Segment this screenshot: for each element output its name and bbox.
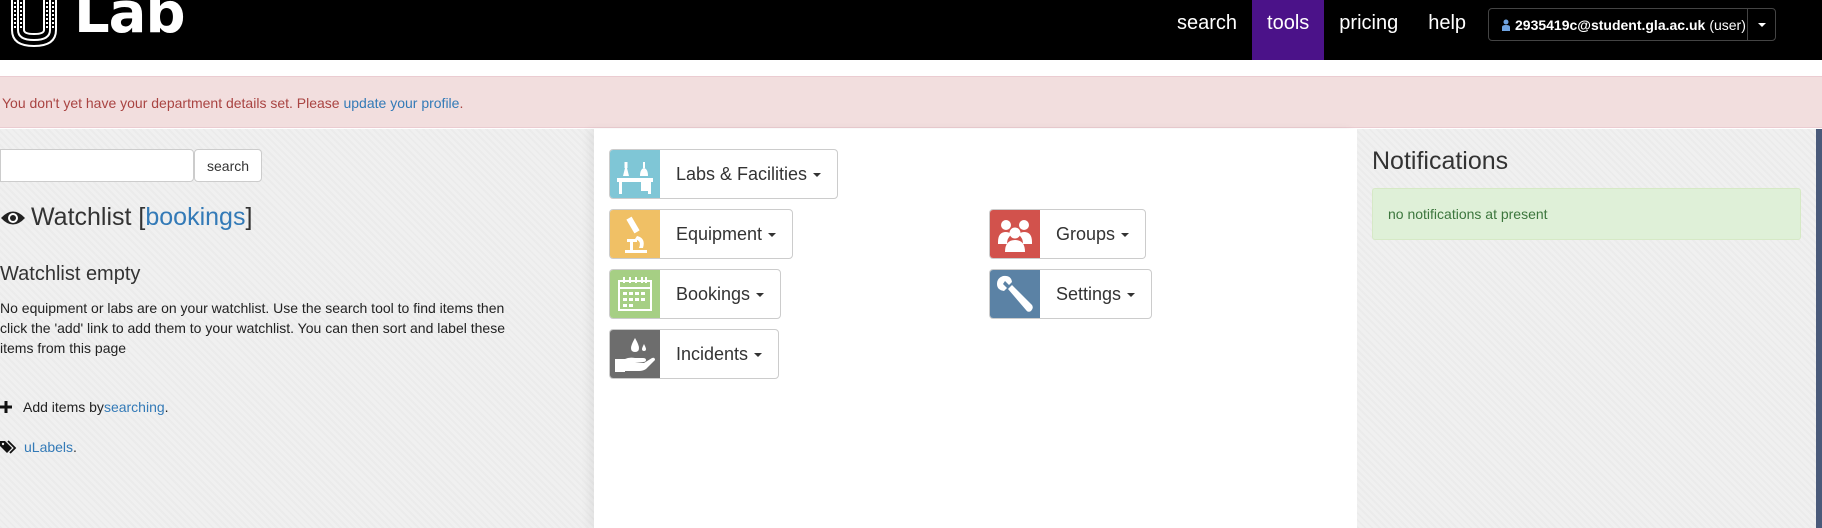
search-form: search [0,149,263,182]
notifications-column: Notifications no notifications at presen… [1357,129,1816,528]
watchlist-title-end: ] [245,203,253,231]
nav-pricing[interactable]: pricing [1324,0,1413,60]
notifications-title: Notifications [1372,147,1509,175]
equipment-button[interactable]: Equipment [609,209,794,259]
user-account-link[interactable]: 2935419c@student.gla.ac.uk (user) [1489,9,1747,40]
ulab-logo-u-icon [11,0,57,48]
bookings-label: Bookings [660,270,780,318]
profile-alert: You don't yet have your department detai… [0,76,1822,128]
searching-link[interactable]: searching [104,399,165,415]
ulabels-suffix: . [73,439,77,455]
scrollbar-edge[interactable] [1816,129,1822,528]
nav-search[interactable]: search [1162,0,1252,60]
caret-down-icon [1757,22,1766,27]
main-nav: search tools pricing help [1162,0,1481,60]
watchlist-heading: Watchlist [bookings] [0,203,252,232]
user-icon [1502,19,1510,31]
microscope-icon [610,210,660,258]
nav-help[interactable]: help [1413,0,1481,60]
caret-down-icon [756,293,765,297]
watchlist-column: search Watchlist [bookings] Watchlist em… [0,129,594,528]
logo-text: Lab [74,0,186,46]
user-email: 2935419c@student.gla.ac.uk [1515,16,1706,33]
caret-down-icon [813,173,822,177]
wrench-icon [990,270,1040,318]
plus-icon [0,401,12,413]
top-navbar: Lab search tools pricing help 2935419c@s… [0,0,1822,60]
add-items-text: Add items by [23,399,104,415]
groups-icon [990,210,1040,258]
tags-icon [0,440,17,454]
labs-facilities-button[interactable]: Labs & Facilities [609,149,839,199]
caret-down-icon [1121,233,1130,237]
labs-icon [610,150,660,198]
settings-label: Settings [1040,270,1151,318]
bookings-button[interactable]: Bookings [609,269,782,319]
search-input[interactable] [0,149,194,182]
add-items-suffix: . [164,399,169,415]
search-button[interactable]: search [194,149,263,182]
watchlist-bookings-link[interactable]: bookings [145,203,245,232]
groups-button[interactable]: Groups [989,209,1147,259]
watchlist-empty-title: Watchlist empty [0,263,141,285]
settings-button[interactable]: Settings [989,269,1153,319]
caret-down-icon [754,353,763,357]
update-profile-link[interactable]: update your profile [343,95,459,111]
user-role: (user) [1709,16,1746,33]
add-items-row: Add items by searching. [0,399,169,415]
eye-icon [1,211,25,224]
ulabels-link[interactable]: uLabels [24,439,73,455]
incident-hand-icon [610,330,660,378]
notifications-empty-message: no notifications at present [1372,188,1801,240]
watchlist-empty-text: No equipment or labs are on your watchli… [0,300,505,356]
incidents-button[interactable]: Incidents [609,329,780,379]
user-menu-dropdown-toggle[interactable] [1747,9,1775,40]
tools-column: Labs & Facilities Equipment Groups Booki… [594,129,1357,528]
ulabels-row: uLabels. [0,439,77,455]
alert-suffix: . [459,95,464,111]
watchlist-title: Watchlist [ [31,203,146,231]
caret-down-icon [1127,293,1136,297]
calendar-icon [610,270,660,318]
alert-text: You don't yet have your department detai… [2,95,344,111]
user-menu-button[interactable]: 2935419c@student.gla.ac.uk (user) [1488,8,1776,41]
groups-label: Groups [1040,210,1145,258]
nav-tools[interactable]: tools [1252,0,1325,60]
incidents-label: Incidents [660,330,778,378]
equipment-label: Equipment [660,210,792,258]
caret-down-icon [768,233,777,237]
labs-facilities-label: Labs & Facilities [660,150,837,198]
